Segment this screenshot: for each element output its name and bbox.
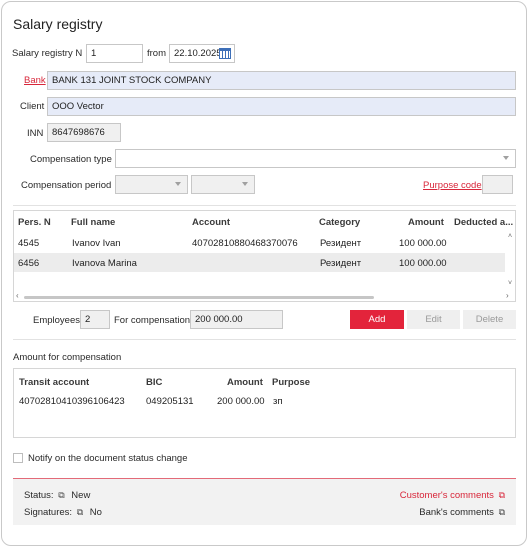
vertical-scrollbar[interactable]: ˄ ˅: [507, 231, 514, 289]
registry-number-input[interactable]: 1: [86, 44, 143, 63]
amount-section-title: Amount for compensation: [13, 352, 122, 363]
customer-comments-label: Customer's comments: [399, 490, 494, 501]
period-end-select[interactable]: [191, 175, 255, 194]
bank-comments-label: Bank's comments: [419, 507, 494, 518]
signatures-value: No: [89, 507, 102, 518]
scroll-up-icon[interactable]: ˄: [508, 233, 512, 240]
client-label: Client: [20, 101, 45, 112]
registry-number-label: Salary registry N: [12, 48, 83, 59]
client-field[interactable]: OOO Vector: [47, 97, 516, 116]
chevron-down-icon: [175, 182, 181, 186]
cell-amount: 100 000.00: [399, 238, 447, 249]
external-window-icon: ⧉: [498, 490, 505, 500]
col-purpose[interactable]: Purpose: [272, 377, 310, 388]
status-value: New: [71, 490, 91, 501]
divider: [13, 205, 516, 206]
inn-field: 8647698676: [47, 123, 121, 142]
page-title: Salary registry: [13, 16, 103, 32]
period-start-select[interactable]: [115, 175, 188, 194]
scroll-thumb[interactable]: [24, 296, 374, 299]
calendar-icon[interactable]: [219, 48, 231, 59]
chevron-down-icon: [503, 156, 509, 160]
document-footer: Status: ⧉ New Signatures: ⧉ No Customer'…: [13, 478, 516, 525]
cell-name: Ivanova Marina: [72, 258, 137, 269]
cell-purpose: зп: [273, 396, 283, 407]
col-bic[interactable]: BIC: [146, 377, 162, 388]
cell-name: Ivanov Ivan: [72, 238, 121, 249]
col-deducted[interactable]: Deducted a...: [454, 217, 513, 228]
bank-link[interactable]: Bank: [24, 75, 46, 86]
purpose-code-link[interactable]: Purpose code: [423, 180, 482, 191]
table-row[interactable]: 6456 Ivanova Marina Резидент 100 000.00: [14, 253, 505, 272]
table-row[interactable]: 40702810410396106423 049205131 200 000.0…: [14, 391, 514, 409]
cell-transit: 40702810410396106423: [19, 396, 125, 407]
cell-pers: 6456: [18, 258, 40, 269]
signatures-label: Signatures:: [24, 507, 73, 518]
external-window-icon[interactable]: ⧉: [77, 507, 83, 518]
date-value: 22.10.2025: [174, 48, 222, 59]
scroll-left-icon[interactable]: ‹: [16, 291, 19, 300]
cell-amount: 200 000.00: [217, 396, 265, 407]
edit-button[interactable]: Edit: [407, 310, 460, 329]
status-row[interactable]: Status: ⧉ New: [24, 490, 90, 501]
for-compensation-value: 200 000.00: [190, 310, 283, 329]
bank-comments-link[interactable]: Bank's comments ⧉: [419, 507, 505, 518]
from-label: from: [147, 48, 166, 59]
scroll-down-icon[interactable]: ˅: [508, 280, 512, 287]
for-compensation-label: For compensation: [114, 315, 191, 326]
notify-label[interactable]: Notify on the document status change: [28, 453, 188, 464]
customer-comments-link[interactable]: Customer's comments ⧉: [400, 490, 505, 501]
divider: [13, 339, 516, 340]
external-window-icon[interactable]: ⧉: [58, 490, 64, 501]
inn-label: INN: [27, 128, 44, 139]
amount-table: Transit account BIC Amount Purpose 40702…: [13, 368, 516, 438]
horizontal-scrollbar[interactable]: ‹ ›: [16, 291, 513, 301]
chevron-down-icon: [242, 182, 248, 186]
status-label: Status:: [24, 490, 54, 501]
col-transit-account[interactable]: Transit account: [19, 377, 89, 388]
external-window-icon: ⧉: [498, 507, 505, 517]
employees-table: Pers. N Full name Account Category Amoun…: [13, 210, 516, 302]
compensation-type-label: Compensation type: [30, 154, 112, 165]
delete-button[interactable]: Delete: [463, 310, 516, 329]
notify-checkbox[interactable]: [13, 453, 23, 463]
cell-amount: 100 000.00: [399, 258, 447, 269]
add-button[interactable]: Add: [350, 310, 404, 329]
salary-registry-window: Salary registry Salary registry N 1 from…: [1, 1, 527, 546]
cell-account: 40702810880468370076: [192, 238, 298, 249]
compensation-period-label: Compensation period: [21, 180, 112, 191]
employees-count: 2: [80, 310, 110, 329]
cell-bic: 049205131: [146, 396, 194, 407]
cell-pers: 4545: [18, 238, 40, 249]
purpose-code-field[interactable]: [482, 175, 513, 194]
signatures-row[interactable]: Signatures: ⧉ No: [24, 507, 102, 518]
scroll-right-icon[interactable]: ›: [506, 291, 509, 300]
col-amount[interactable]: Amount: [408, 217, 444, 228]
col-account[interactable]: Account: [192, 217, 230, 228]
cell-category: Резидент: [320, 258, 362, 269]
employees-label: Employees: [33, 315, 80, 326]
cell-category: Резидент: [320, 238, 362, 249]
date-input[interactable]: 22.10.2025: [169, 44, 235, 63]
table-row[interactable]: 4545 Ivanov Ivan 40702810880468370076 Ре…: [14, 234, 505, 252]
bank-field[interactable]: BANK 131 JOINT STOCK COMPANY: [47, 71, 516, 90]
col-pers-n[interactable]: Pers. N: [18, 217, 51, 228]
col-category[interactable]: Category: [319, 217, 360, 228]
col-full-name[interactable]: Full name: [71, 217, 115, 228]
compensation-type-select[interactable]: [115, 149, 516, 168]
col-amount[interactable]: Amount: [227, 377, 263, 388]
